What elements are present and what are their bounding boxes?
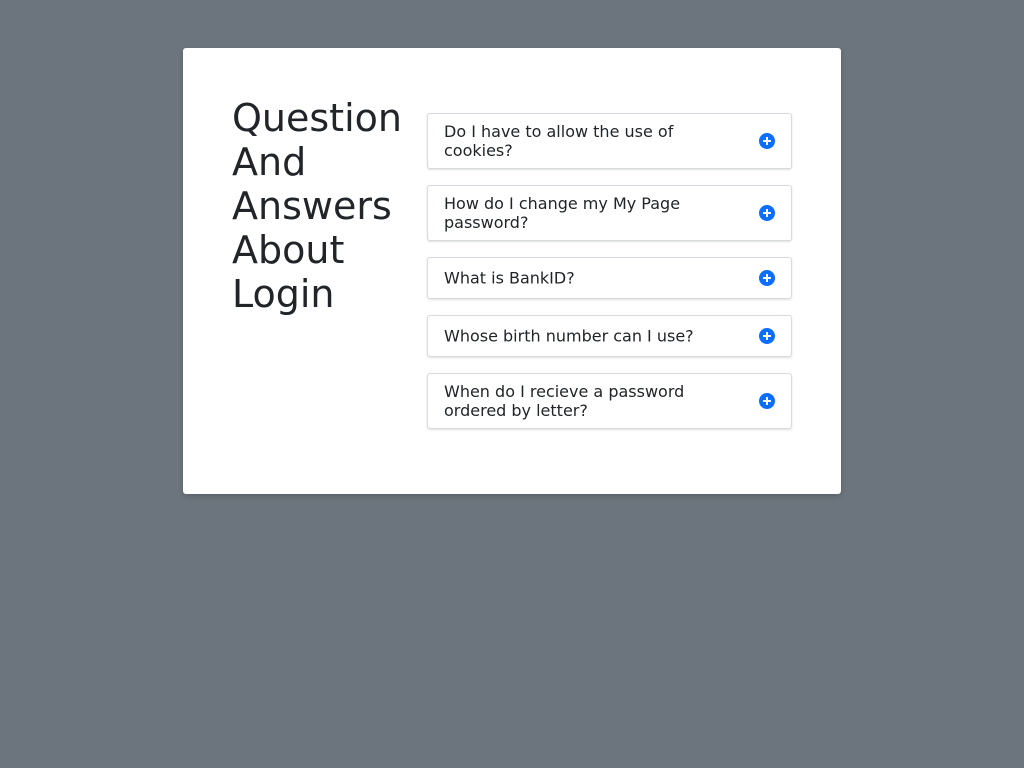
page-title: Question And Answers About Login	[232, 96, 402, 316]
faq-card: Question And Answers About Login Do I ha…	[183, 48, 841, 494]
faq-question: What is BankID?	[444, 268, 575, 288]
faq-item-birth-number[interactable]: Whose birth number can I use?	[427, 315, 792, 357]
plus-circle-icon[interactable]	[759, 393, 775, 409]
faq-item-bankid[interactable]: What is BankID?	[427, 257, 792, 299]
faq-question: Do I have to allow the use of cookies?	[444, 122, 674, 160]
faq-question: When do I recieve a password ordered by …	[444, 382, 685, 420]
faq-list: Do I have to allow the use of cookies? H…	[427, 113, 792, 445]
plus-circle-icon[interactable]	[759, 205, 775, 221]
plus-circle-icon[interactable]	[759, 270, 775, 286]
faq-question: Whose birth number can I use?	[444, 326, 694, 346]
faq-item-change-password[interactable]: How do I change my My Page password?	[427, 185, 792, 241]
plus-circle-icon[interactable]	[759, 133, 775, 149]
faq-item-password-letter[interactable]: When do I recieve a password ordered by …	[427, 373, 792, 429]
faq-question: How do I change my My Page password?	[444, 194, 681, 232]
plus-circle-icon[interactable]	[759, 328, 775, 344]
faq-item-cookies[interactable]: Do I have to allow the use of cookies?	[427, 113, 792, 169]
